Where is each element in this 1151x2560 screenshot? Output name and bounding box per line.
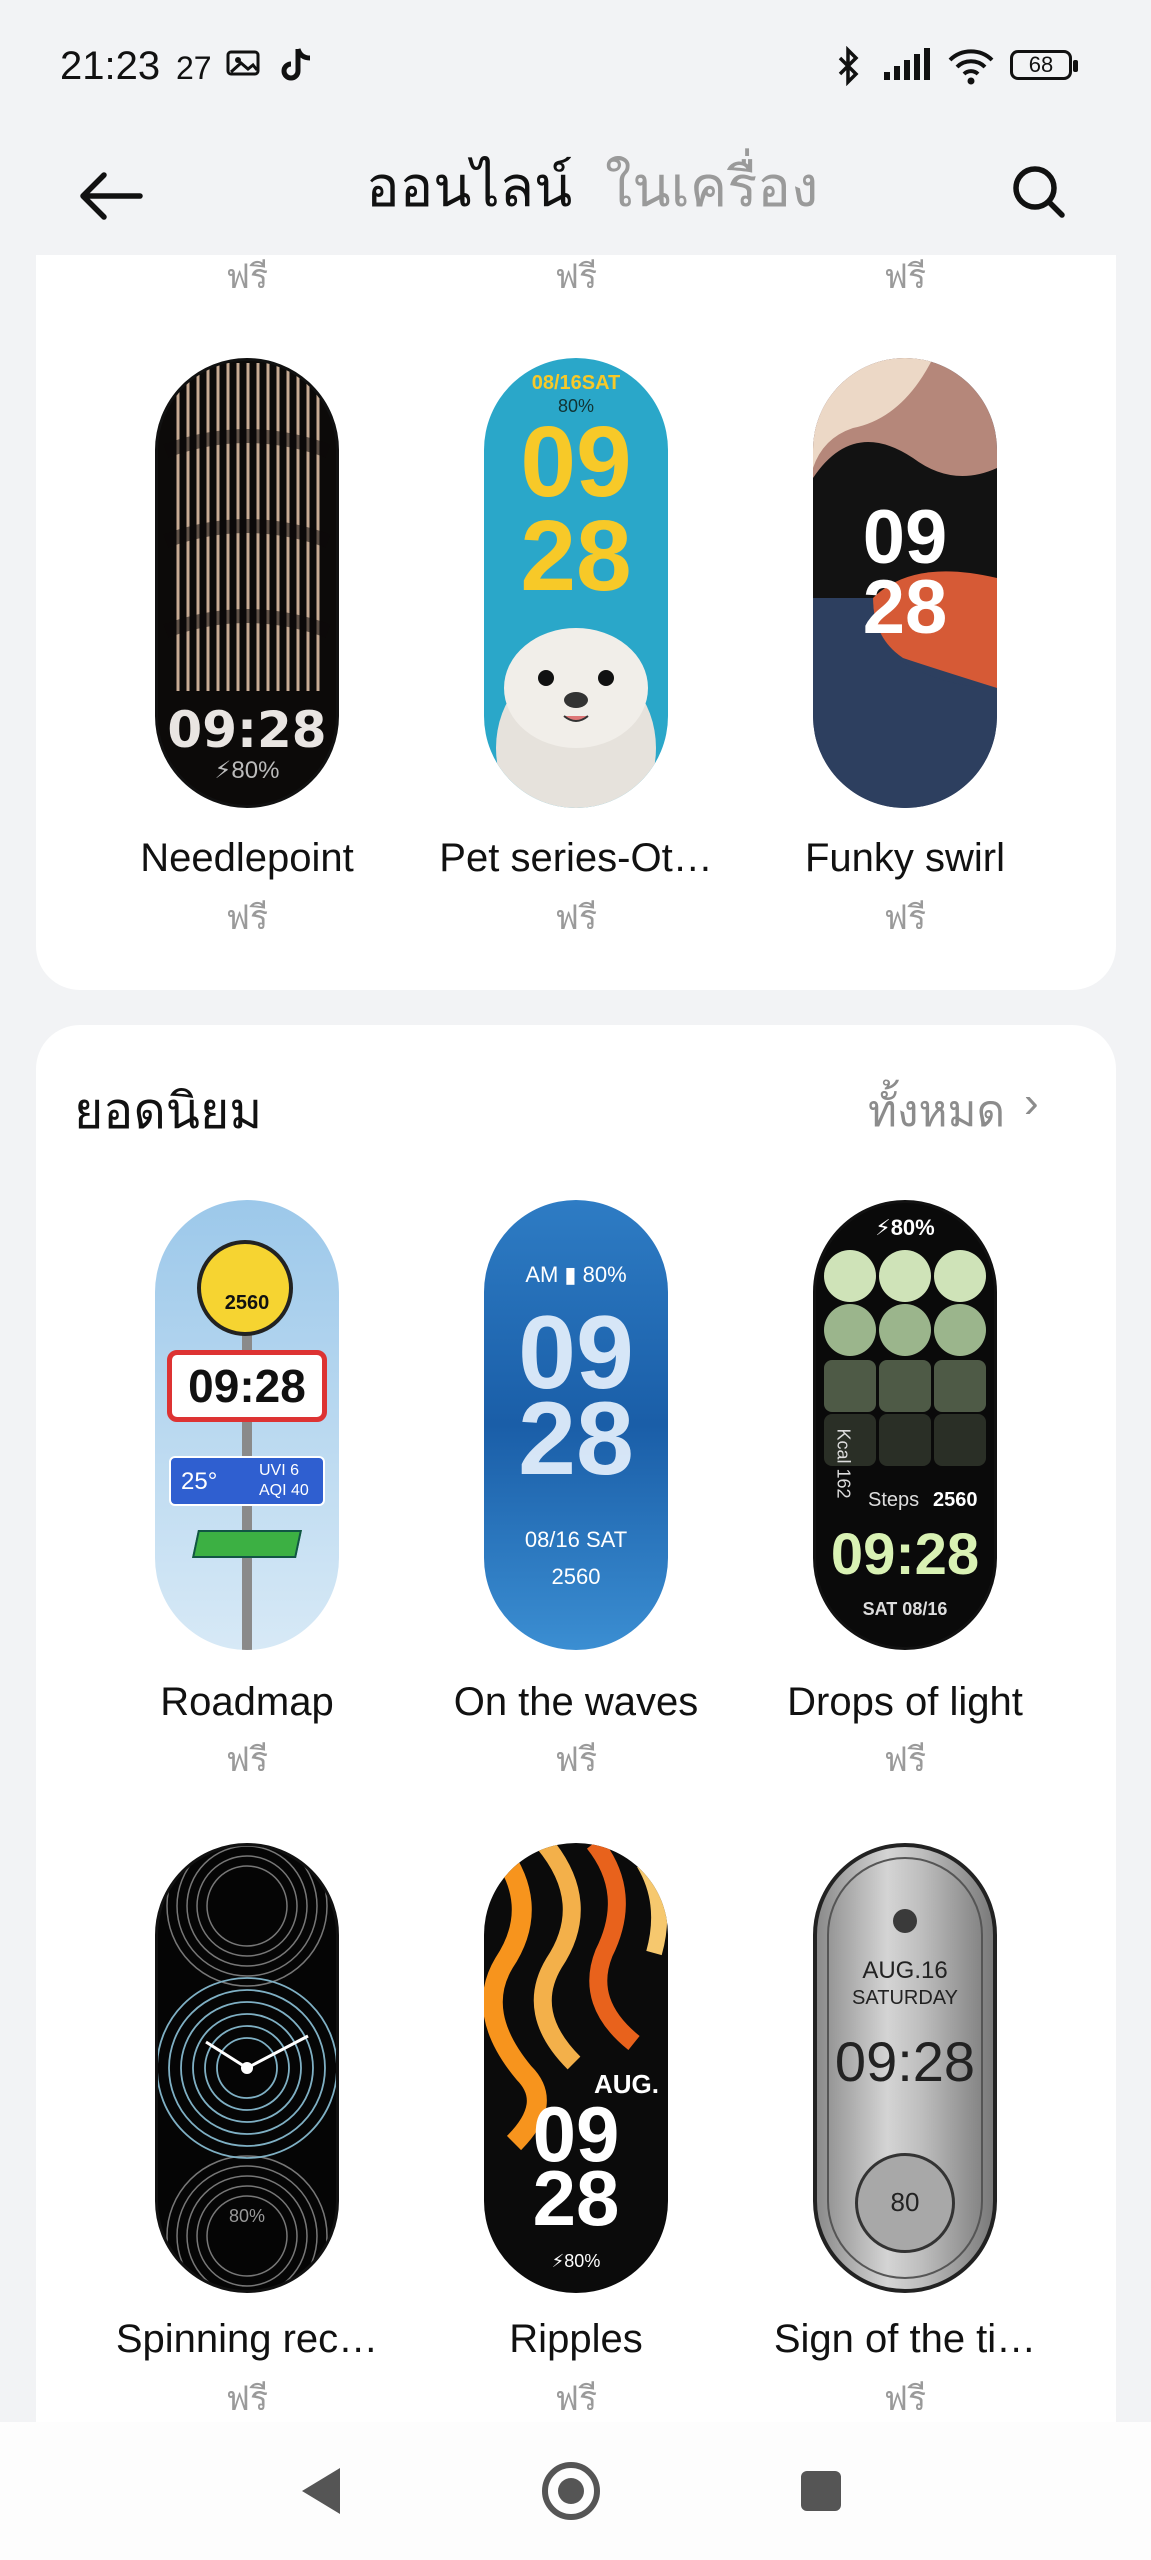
watchface-preview: 09 28 (813, 358, 997, 808)
face-steps: 2560 (933, 1489, 978, 1511)
face-minute: 28 (862, 565, 948, 650)
watchface-roadmap[interactable]: 2560 09:28 25° UVI 6 AQI 40 Roadmap ฟรี (82, 1200, 412, 1790)
face-battery: 80% (228, 2206, 266, 2226)
watchface-price: ฟรี (225, 899, 269, 937)
battery-icon: 68 (1010, 50, 1078, 80)
chevron-right-icon[interactable]: › (1024, 1078, 1039, 1128)
watchface-name: Sign of the ti… (773, 2317, 1037, 2361)
gallery-notification-icon (226, 46, 264, 85)
watchface-name: Needlepoint (140, 836, 354, 880)
face-battery: ⚡80% (875, 1215, 935, 1240)
wifi-icon (946, 46, 996, 91)
face-minute: 28 (518, 1381, 634, 1497)
watchface-name: Pet series-Ot… (439, 836, 713, 880)
watchface-preview: 80% (155, 1843, 339, 2293)
home-circle-icon (542, 2462, 600, 2520)
face-date: SAT 08/16 (862, 1599, 948, 1619)
watchface-spinning-records[interactable]: 80% Spinning rec… ฟรี (82, 1843, 412, 2423)
watchface-funky-swirl[interactable]: 09 28 Funky swirl ฟรี (740, 358, 1070, 998)
face-steps-label: Steps (868, 1489, 920, 1511)
watchface-price: ฟรี (554, 1741, 598, 1779)
face-kcal: Kcal 162 (833, 1428, 854, 1499)
face-time: 09:28 (830, 1522, 980, 1587)
signal-icon (882, 46, 934, 87)
face-time: 09:28 (167, 1350, 327, 1422)
face-date: 08/16SAT (531, 372, 621, 394)
watchface-name: Spinning rec… (115, 2317, 379, 2361)
watchface-preview: 08/16SAT 80% 09 28 (484, 358, 668, 808)
watchface-preview: 2560 09:28 25° UVI 6 AQI 40 (155, 1200, 339, 1650)
face-temp: 25° (181, 1468, 218, 1495)
tab-online[interactable]: ออนไลน์ (366, 142, 572, 231)
see-all-link[interactable]: ทั้งหมด (868, 1076, 1005, 1146)
face-battery: ⚡80% (214, 757, 280, 784)
watchface-on-the-waves[interactable]: AM ▮ 80% 09 28 08/16 SAT 2560 On the wav… (411, 1200, 741, 1790)
tiktok-icon (280, 46, 314, 89)
face-minute: 28 (532, 2154, 620, 2242)
face-time: 09:28 (167, 701, 327, 759)
watchface-drops-of-light[interactable]: ⚡80% Kcal 162 Steps 2560 09:28 SAT 08/16… (740, 1200, 1070, 1790)
watchface-ripples[interactable]: AUG. 09 28 ⚡80% Ripples ฟรี (411, 1843, 741, 2423)
watchface-name: Roadmap (160, 1680, 334, 1724)
nav-recents-button[interactable] (786, 2456, 856, 2526)
nav-home-button[interactable] (536, 2456, 606, 2526)
face-battery: ⚡80% (551, 2251, 601, 2271)
watchface-card-top: ฟรี ฟรี ฟรี 09:28 ⚡80% Needlepoint ฟรี 0… (36, 255, 1116, 990)
back-button[interactable] (70, 150, 150, 230)
search-button[interactable] (1004, 148, 1074, 228)
nav-back-button[interactable] (290, 2456, 360, 2526)
watchface-price: ฟรี (554, 899, 598, 937)
watchface-price: ฟรี (883, 1741, 927, 1779)
face-date: AUG.16 (862, 1957, 948, 1984)
system-navigation-bar (0, 2422, 1151, 2560)
watchface-name: On the waves (453, 1680, 699, 1724)
face-hour: 09 (520, 406, 632, 518)
watchface-name: Ripples (509, 2317, 643, 2361)
watchface-preview: 09:28 ⚡80% (155, 358, 339, 808)
watchface-preview: AUG.16 SATURDAY 09:28 80 (813, 1843, 997, 2293)
face-day: SATURDAY (852, 1987, 958, 2009)
watchface-name: Funky swirl (804, 836, 1006, 880)
watchface-price: ฟรี (883, 899, 927, 937)
face-battery: 80 (890, 2187, 920, 2217)
back-arrow-icon (80, 172, 143, 220)
face-time: 09:28 (834, 2030, 976, 2093)
watchface-pet-series[interactable]: 08/16SAT 80% 09 28 Pet series-Ot… ฟรี (411, 358, 741, 998)
face-steps: 2560 (551, 1564, 601, 1589)
status-time: 21:23 (60, 44, 161, 88)
face-hour: 09 (862, 495, 948, 580)
tab-local[interactable]: ในเครื่อง (605, 142, 818, 231)
watchface-needlepoint[interactable]: 09:28 ⚡80% Needlepoint ฟรี (82, 358, 412, 998)
watchface-name: Drops of light (787, 1680, 1023, 1724)
watchface-price: ฟรี (225, 2380, 269, 2418)
square-recents-icon (801, 2471, 841, 2511)
face-top-status: AM ▮ 80% (525, 1262, 627, 1287)
face-uvi: UVI 6 (259, 1462, 300, 1479)
watchface-price: ฟรี (554, 2380, 598, 2418)
app-header: ออนไลน์ ในเครื่อง (0, 130, 1151, 255)
status-date: 27 (176, 50, 212, 86)
bluetooth-icon (834, 45, 864, 91)
watchface-preview: ⚡80% Kcal 162 Steps 2560 09:28 SAT 08/16 (813, 1200, 997, 1650)
otter-icon (496, 628, 656, 808)
watchface-sign-of-the-times[interactable]: AUG.16 SATURDAY 09:28 80 Sign of the ti…… (740, 1843, 1070, 2423)
watchface-price: ฟรี (883, 2380, 927, 2418)
watchface-price: ฟรี (225, 1741, 269, 1779)
search-icon (1013, 166, 1065, 218)
watchface-preview: AUG. 09 28 ⚡80% (484, 1843, 668, 2293)
section-title-popular: ยอดนิยม (74, 1083, 263, 1139)
face-minute: 28 (520, 500, 632, 612)
watchface-preview: AM ▮ 80% 09 28 08/16 SAT 2560 (484, 1200, 668, 1650)
status-bar: 21:23 27 68 (0, 0, 1151, 130)
face-date: 08/16 SAT (524, 1527, 628, 1552)
face-aqi: AQI 40 (259, 1482, 309, 1499)
face-steps: 2560 (224, 1292, 270, 1314)
triangle-back-icon (302, 2468, 340, 2514)
